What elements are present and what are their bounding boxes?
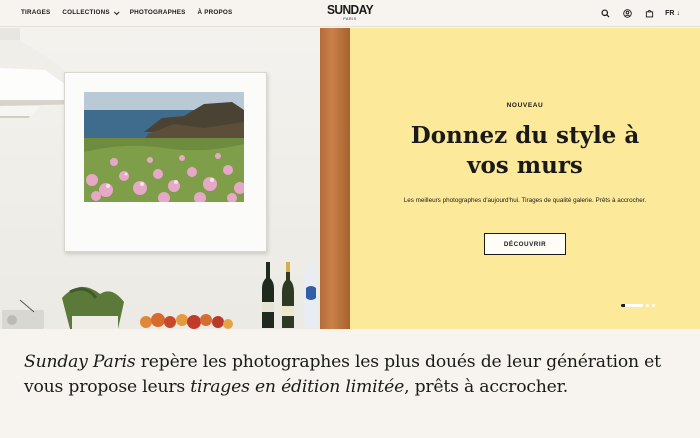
slider-dot-1[interactable] — [621, 304, 643, 307]
header-tools: FR ↓ — [599, 7, 680, 19]
intro-text-2: , prêts à accrocher. — [404, 377, 569, 397]
intro-emphasis: tirages en édition limitée — [190, 377, 405, 397]
framed-print — [64, 72, 267, 252]
slider-dots — [621, 304, 655, 307]
logo-wordmark: SUNDAY — [327, 2, 374, 18]
logo-subtext: PARIS — [343, 17, 357, 21]
seascape-artwork — [84, 92, 244, 202]
shelf-objects — [2, 286, 233, 329]
nav-photographes[interactable]: PHOTOGRAPHES — [130, 9, 186, 16]
slider-dot-3[interactable] — [652, 304, 655, 307]
intro-paragraph: Sunday Paris repère les photographes les… — [24, 350, 684, 400]
nav-tirages-label: TIRAGES — [21, 9, 51, 16]
wine-bottles — [262, 260, 318, 328]
hero-headline-line1: Donnez du style à — [410, 122, 640, 149]
site-header: TIRAGES COLLECTIONS PHOTOGRAPHES À PROPO… — [0, 0, 700, 27]
search-icon[interactable] — [599, 7, 611, 19]
hero-photo — [0, 28, 350, 329]
nav-tirages[interactable]: TIRAGES — [21, 9, 50, 16]
intro-brand: Sunday Paris — [24, 352, 136, 372]
hero-eyebrow: NOUVEAU — [506, 102, 544, 109]
arrow-down-icon: ↓ — [676, 9, 681, 17]
bag-icon[interactable] — [643, 7, 655, 19]
nav-a-propos-label: À PROPOS — [197, 9, 233, 16]
hero-headline: Donnez du style à vos murs — [350, 121, 700, 181]
hero-headline-line2: vos murs — [467, 152, 583, 179]
language-selector[interactable]: FR ↓ — [665, 10, 680, 17]
account-icon[interactable] — [621, 7, 633, 19]
site-logo[interactable]: SUNDAY PARIS — [327, 2, 374, 21]
nav-a-propos[interactable]: À PROPOS — [198, 9, 233, 16]
discover-button[interactable]: DÉCOUVRIR — [484, 233, 566, 255]
language-label: FR — [665, 9, 675, 17]
nav-photographes-label: PHOTOGRAPHES — [129, 9, 186, 16]
nav-collections[interactable]: COLLECTIONS — [62, 8, 120, 16]
hero-subtitle: Les meilleurs photographes d'aujourd'hui… — [403, 197, 647, 204]
main-nav: TIRAGES COLLECTIONS PHOTOGRAPHES À PROPO… — [21, 8, 233, 16]
slider-dot-2[interactable] — [646, 304, 649, 307]
chevron-down-icon — [113, 8, 120, 15]
nav-collections-label: COLLECTIONS — [62, 9, 110, 16]
hero-promo-panel: NOUVEAU Donnez du style à vos murs Les m… — [350, 28, 700, 329]
hero-slider: NOUVEAU Donnez du style à vos murs Les m… — [0, 28, 700, 329]
